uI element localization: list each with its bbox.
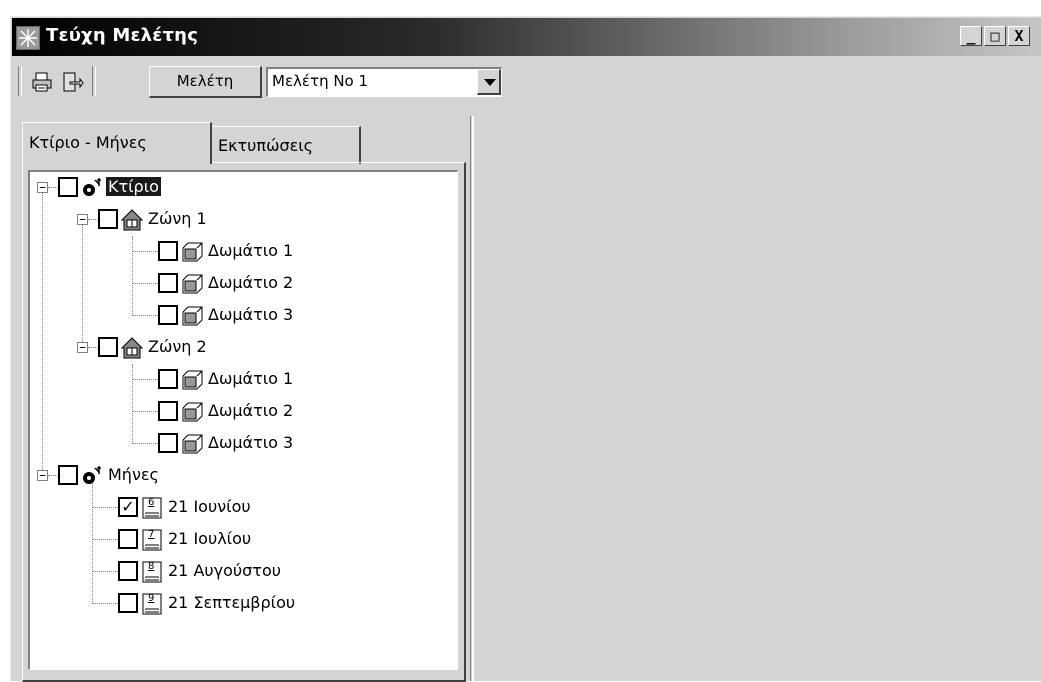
- chevron-down-icon[interactable]: [477, 69, 501, 95]
- month-checkbox[interactable]: [118, 529, 138, 549]
- calendar-day-number: 6: [148, 497, 155, 508]
- calendar-page-icon: 8: [140, 560, 164, 584]
- tree-label-room: Δωμάτιο 1: [208, 241, 294, 260]
- collapse-icon[interactable]: −: [37, 470, 48, 481]
- calendar-day-number: 9: [148, 593, 155, 604]
- study-volumes-window: Τεύχη Μελέτης _ □ X Μελέτη Μελέτη Νο 1 Κ…: [8, 14, 1041, 682]
- room-checkbox[interactable]: [158, 433, 178, 453]
- tree-node-month[interactable]: 8 21 Αυγούστου: [30, 558, 450, 586]
- building-checkbox[interactable]: [58, 177, 78, 197]
- tree-node-room[interactable]: Δωμάτιο 1: [30, 366, 450, 394]
- title-bar[interactable]: Τεύχη Μελέτης _ □ X: [12, 18, 1041, 56]
- room-box-icon: [180, 400, 204, 424]
- tree-node-zone[interactable]: − Ζώνη 2: [30, 334, 450, 362]
- tree-node-room[interactable]: Δωμάτιο 2: [30, 270, 450, 298]
- study-select-value: Μελέτη Νο 1: [272, 72, 369, 90]
- room-checkbox[interactable]: [158, 241, 178, 261]
- zone-house-icon: [120, 336, 144, 360]
- toolbar-separator: [92, 66, 96, 96]
- room-box-icon: [180, 368, 204, 392]
- tree-label-building: Κτίριο: [106, 177, 161, 196]
- minimize-button[interactable]: _: [960, 26, 982, 46]
- tree-label-month: 21 Ιουλίου: [168, 529, 252, 548]
- toolbar: Μελέτη Μελέτη Νο 1: [12, 60, 1041, 102]
- room-box-icon: [180, 304, 204, 328]
- calendar-page-icon: 7: [140, 528, 164, 552]
- room-box-icon: [180, 240, 204, 264]
- room-checkbox[interactable]: [158, 305, 178, 325]
- exit-door-icon[interactable]: [60, 70, 84, 94]
- calendar-page-icon: 6: [140, 496, 164, 520]
- months-tools-icon: [80, 464, 104, 488]
- tab-prints[interactable]: Εκτυπώσεις: [211, 126, 361, 164]
- tree-label-month: 21 Αυγούστου: [168, 561, 281, 580]
- app-snowflake-icon: [16, 26, 40, 50]
- collapse-icon[interactable]: −: [37, 182, 48, 193]
- tree-node-months[interactable]: − Μήνες: [30, 462, 450, 490]
- tree-node-room[interactable]: Δωμάτιο 2: [30, 398, 450, 426]
- tree-label-zone: Ζώνη 2: [148, 337, 207, 356]
- calendar-page-icon: 9: [140, 592, 164, 616]
- tree-label-room: Δωμάτιο 1: [208, 369, 294, 388]
- collapse-icon[interactable]: −: [77, 214, 88, 225]
- calendar-day-number: 8: [148, 561, 155, 572]
- zone-house-icon: [120, 208, 144, 232]
- maximize-button[interactable]: □: [984, 26, 1006, 46]
- room-checkbox[interactable]: [158, 369, 178, 389]
- toolbar-separator: [18, 66, 22, 96]
- tree-node-zone[interactable]: − Ζώνη 1: [30, 206, 450, 234]
- left-panel: Κτίριο - Μήνες Εκτυπώσεις − Κτίριο − Ζών…: [10, 116, 471, 682]
- tree-node-room[interactable]: Δωμάτιο 1: [30, 238, 450, 266]
- tree-node-building[interactable]: − Κτίριο: [30, 174, 450, 202]
- study-button[interactable]: Μελέτη: [149, 66, 262, 98]
- tree-label-room: Δωμάτιο 3: [208, 433, 294, 452]
- calendar-day-number: 7: [148, 529, 155, 540]
- tree-label-month: 21 Σεπτεμβρίου: [168, 593, 296, 612]
- tree-label-room: Δωμάτιο 2: [208, 401, 294, 420]
- preview-panel: [474, 116, 1041, 681]
- tree-node-room[interactable]: Δωμάτιο 3: [30, 430, 450, 458]
- tree-node-room[interactable]: Δωμάτιο 3: [30, 302, 450, 330]
- printer-icon[interactable]: [30, 70, 54, 94]
- room-checkbox[interactable]: [158, 273, 178, 293]
- month-checkbox[interactable]: [118, 561, 138, 581]
- collapse-icon[interactable]: −: [77, 342, 88, 353]
- month-checkbox-checked[interactable]: ✓: [118, 497, 138, 517]
- tree-label-room: Δωμάτιο 3: [208, 305, 294, 324]
- month-checkbox[interactable]: [118, 593, 138, 613]
- tab-building-months[interactable]: Κτίριο - Μήνες: [22, 122, 212, 164]
- tree-label-zone: Ζώνη 1: [148, 209, 207, 228]
- room-box-icon: [180, 272, 204, 296]
- zone-checkbox[interactable]: [98, 209, 118, 229]
- close-button[interactable]: X: [1008, 26, 1030, 46]
- tree-label-months: Μήνες: [108, 465, 159, 484]
- window-title: Τεύχη Μελέτης: [46, 25, 199, 46]
- zone-checkbox[interactable]: [98, 337, 118, 357]
- tree-label-room: Δωμάτιο 2: [208, 273, 294, 292]
- study-select[interactable]: Μελέτη Νο 1: [266, 67, 502, 97]
- room-box-icon: [180, 432, 204, 456]
- months-checkbox[interactable]: [58, 465, 78, 485]
- tree-node-month[interactable]: 7 21 Ιουλίου: [30, 526, 450, 554]
- building-tree: − Κτίριο − Ζώνη 1 Δωμάτιο 1 Δωμάτιο 2 Δω…: [28, 170, 458, 670]
- tree-node-month[interactable]: 9 21 Σεπτεμβρίου: [30, 590, 450, 618]
- building-tools-icon: [80, 176, 104, 200]
- room-checkbox[interactable]: [158, 401, 178, 421]
- tree-label-month: 21 Ιουνίου: [168, 497, 251, 516]
- tree-node-month[interactable]: ✓ 6 21 Ιουνίου: [30, 494, 450, 522]
